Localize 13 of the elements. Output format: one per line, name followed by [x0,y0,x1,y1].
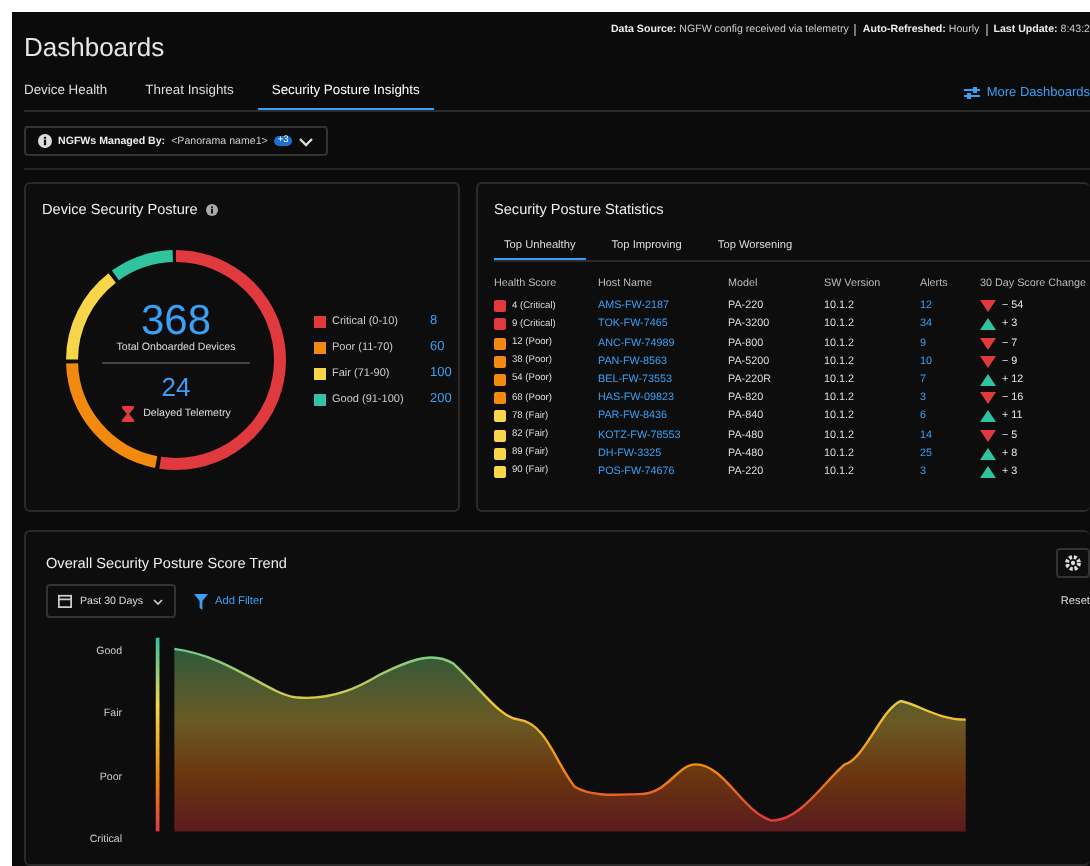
page-title: Dashboards [24,32,165,62]
chevron-down-icon [151,597,164,605]
settings-button[interactable] [1056,548,1090,578]
settings-icon [1064,554,1082,572]
info-icon [38,134,52,148]
delayed-count: 24 [161,373,191,399]
filter-icon [193,593,208,609]
hourglass-icon [121,405,134,421]
chevron-down-icon [298,135,315,147]
total-devices-count: 368 [140,299,212,341]
sliders-icon [964,86,981,100]
info-icon [205,203,218,215]
calendar-icon [58,594,72,608]
